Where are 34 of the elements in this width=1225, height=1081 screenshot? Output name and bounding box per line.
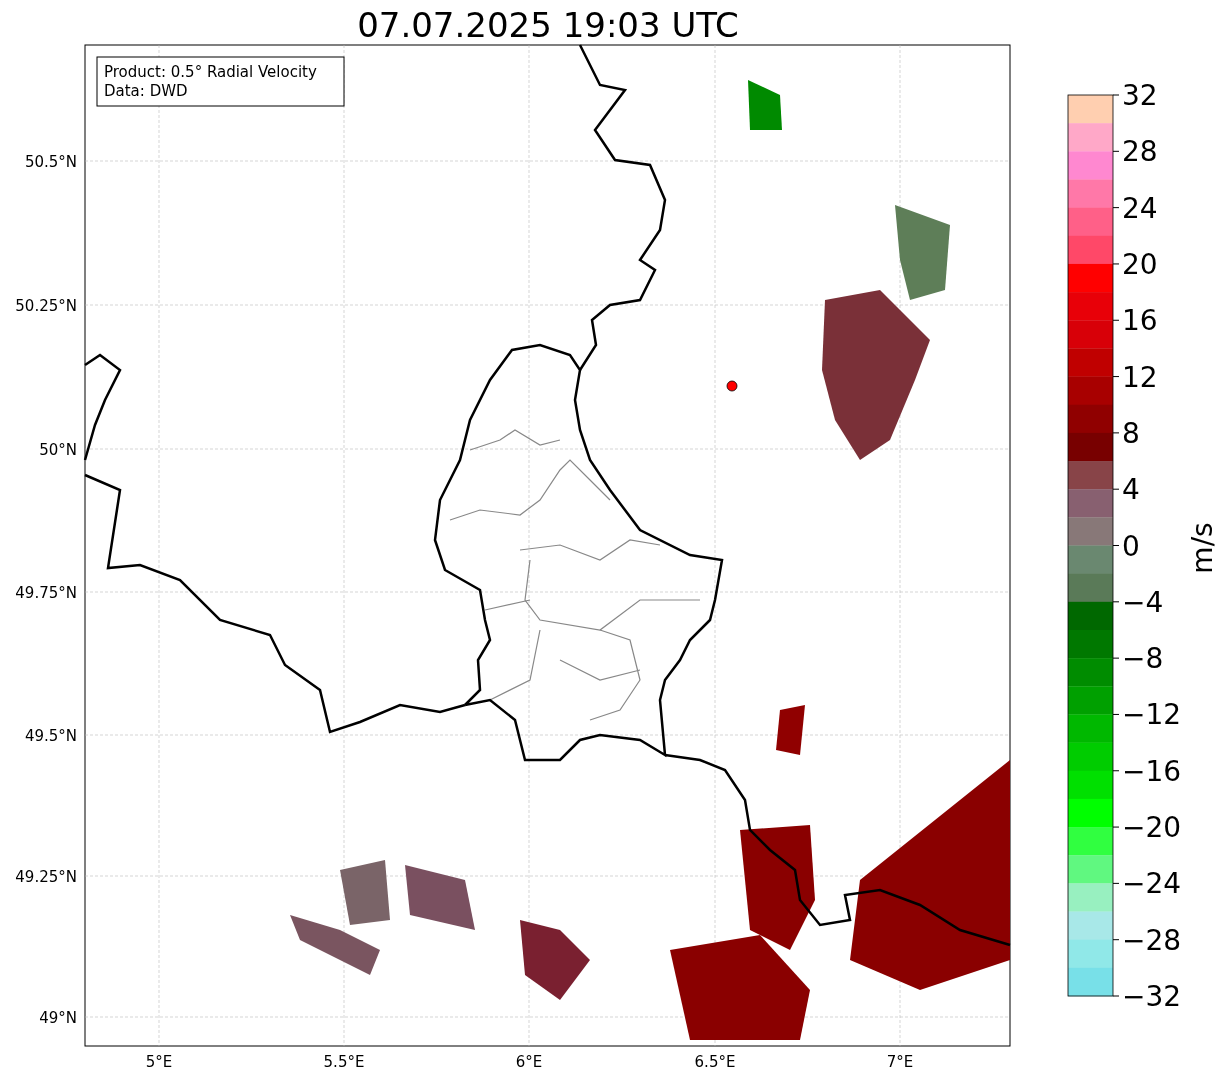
colorbar-tick-label: 0	[1122, 529, 1140, 563]
colorbar-tick-label: −20	[1122, 811, 1182, 845]
colorbar-tick-label: −4	[1122, 585, 1164, 619]
colorbar-label: m/s	[1186, 522, 1219, 574]
longitude-label: 7°E	[886, 1053, 914, 1071]
colorbar-tick-label: 32	[1122, 79, 1158, 112]
latitude-label: 50.5°N	[24, 153, 77, 171]
radar-station-marker	[726, 380, 738, 392]
latitude-label: 49°N	[39, 1009, 77, 1027]
colorbar-tick-label: 20	[1122, 247, 1158, 281]
colorbar-tick-label: −24	[1122, 867, 1182, 901]
colorbar-tick-label: 4	[1122, 473, 1140, 507]
colorbar-tick-label: −16	[1122, 754, 1182, 788]
latitude-label: 49.25°N	[15, 868, 77, 886]
latitude-label: 49.75°N	[15, 584, 77, 602]
legend-text: Product: 0.5° Radial Velocity	[104, 63, 317, 81]
latitude-label: 50.25°N	[15, 297, 77, 315]
longitude-label: 5°E	[145, 1053, 173, 1071]
longitude-label: 6°E	[515, 1053, 543, 1071]
colorbar-tick-label: 24	[1122, 191, 1158, 225]
latitude-label: 49.5°N	[24, 727, 77, 745]
colorbar-tick-label: 16	[1122, 304, 1158, 338]
colorbar-tick-label: −8	[1122, 642, 1164, 676]
longitude-label: 6.5°E	[694, 1053, 736, 1071]
latitude-label: 50°N	[39, 441, 77, 459]
colorbar-tick-label: 12	[1122, 360, 1158, 394]
colorbar-tick-label: 8	[1122, 416, 1140, 450]
legend-text: Data: DWD	[104, 82, 188, 100]
longitude-label: 5.5°E	[323, 1053, 365, 1071]
colorbar-tick-label: −28	[1122, 923, 1182, 957]
colorbar-tick-label: 28	[1122, 135, 1158, 169]
colorbar-tick-label: −32	[1122, 980, 1182, 1013]
colorbar-tick-label: −12	[1122, 698, 1182, 732]
chart-title: 07.07.2025 19:03 UTC	[357, 5, 739, 45]
